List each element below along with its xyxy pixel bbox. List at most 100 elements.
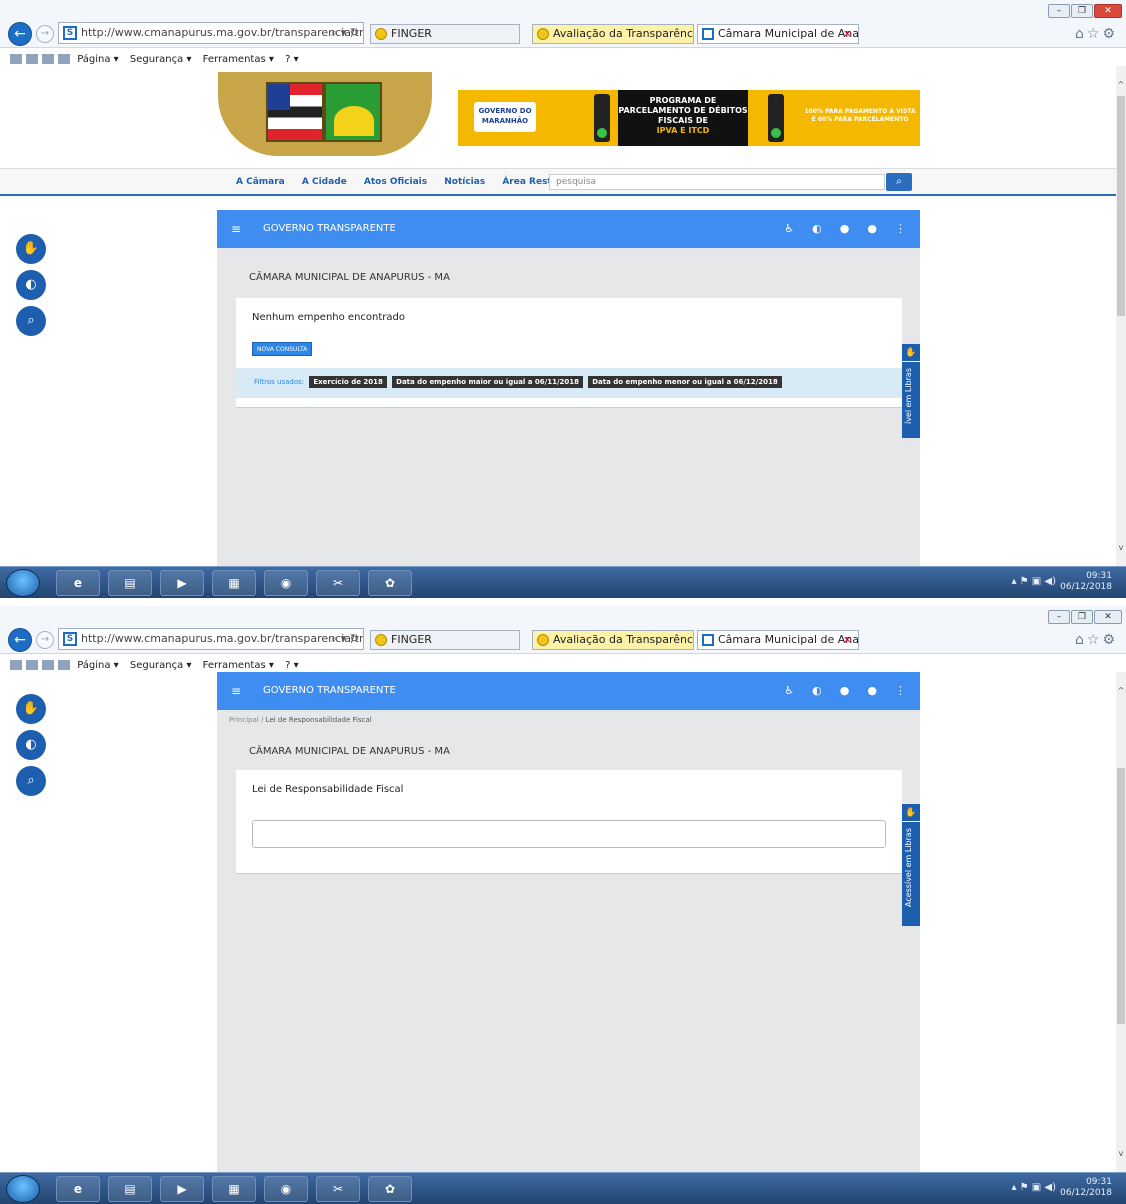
home-icon[interactable]	[10, 54, 22, 64]
restore-icon[interactable]: ❐	[1071, 4, 1093, 18]
start-button[interactable]	[6, 1175, 40, 1203]
back-button[interactable]: ←	[8, 628, 32, 652]
search-button[interactable]: ⌕	[886, 173, 912, 191]
ie-toolbar-icons[interactable]: ⌂☆⚙	[1075, 632, 1118, 648]
snipping-taskbar-icon[interactable]: ✂	[316, 570, 360, 596]
tray-icons[interactable]: ▴ ⚑ ▣ ◀)	[1011, 1182, 1056, 1193]
print-icon[interactable]	[58, 660, 70, 670]
vertical-scrollbar[interactable]: ^ v	[1116, 66, 1126, 566]
tray-icons[interactable]: ▴ ⚑ ▣ ◀)	[1011, 576, 1056, 587]
app-taskbar-icon[interactable]: ✿	[368, 1176, 412, 1202]
minimize-icon[interactable]: –	[1048, 4, 1070, 18]
nav-a-cidade[interactable]: A Cidade	[302, 177, 347, 187]
media-taskbar-icon[interactable]: ▶	[160, 1176, 204, 1202]
menu-icon[interactable]: ≡	[231, 222, 241, 236]
forward-button[interactable]: →	[36, 631, 54, 649]
menu-ferramentas[interactable]: Ferramentas ▾	[203, 54, 274, 65]
address-tools[interactable]: ⌕ ▾ ↻	[331, 23, 359, 43]
print-icon[interactable]	[58, 54, 70, 64]
menu-pagina[interactable]: Página ▾	[77, 54, 119, 65]
feeds-icon[interactable]	[26, 54, 38, 64]
menu-pagina[interactable]: Página ▾	[77, 660, 119, 671]
nav-noticias[interactable]: Notícias	[444, 177, 485, 187]
writer-taskbar-icon[interactable]: ▦	[212, 1176, 256, 1202]
close-window-icon[interactable]: ✕	[1094, 4, 1122, 18]
menu-seguranca[interactable]: Segurança ▾	[130, 660, 192, 671]
tab-camara[interactable]: Câmara Municipal de Anap...×	[697, 630, 859, 650]
feeds-icon[interactable]	[26, 660, 38, 670]
home-icon[interactable]	[10, 660, 22, 670]
contrast-icon[interactable]: ◐	[16, 730, 46, 760]
magnifier-icon[interactable]: ⌕	[16, 766, 46, 796]
snipping-taskbar-icon[interactable]: ✂	[316, 1176, 360, 1202]
ie-taskbar-icon[interactable]: e	[56, 570, 100, 596]
tab-finger[interactable]: FINGER	[370, 24, 520, 44]
address-bar[interactable]: S http://www.cmanapurus.ma.gov.br/transp…	[58, 22, 364, 44]
mail-icon[interactable]	[42, 54, 54, 64]
font-decrease-icon[interactable]: ●	[867, 222, 877, 235]
ie-taskbar-icon[interactable]: e	[56, 1176, 100, 1202]
content-field[interactable]	[252, 820, 886, 848]
scroll-down-icon[interactable]: v	[1116, 1149, 1126, 1158]
contrast-icon[interactable]: ◐	[812, 222, 822, 235]
menu-seguranca[interactable]: Segurança ▾	[130, 54, 192, 65]
font-decrease-icon[interactable]: ●	[867, 684, 877, 697]
tab-finger[interactable]: FINGER	[370, 630, 520, 650]
explorer-taskbar-icon[interactable]: ▤	[108, 570, 152, 596]
close-tab-icon[interactable]: ×	[843, 25, 852, 43]
search-input[interactable]: pesquisa	[549, 174, 885, 190]
close-window-icon[interactable]: ✕	[1094, 610, 1122, 624]
restore-icon[interactable]: ❐	[1071, 610, 1093, 624]
site-favicon-icon: S	[63, 632, 77, 646]
nav-atos-oficiais[interactable]: Atos Oficiais	[364, 177, 427, 187]
accessibility-icon[interactable]: ♿	[784, 684, 794, 697]
menu-icon[interactable]: ≡	[231, 684, 241, 698]
nav-a-camara[interactable]: A Câmara	[236, 177, 285, 187]
breadcrumb-root[interactable]: Principal	[229, 716, 259, 724]
chrome-taskbar-icon[interactable]: ◉	[264, 1176, 308, 1202]
explorer-taskbar-icon[interactable]: ▤	[108, 1176, 152, 1202]
ad-banner[interactable]: GOVERNO DO MARANHÃO PROGRAMA DE PARCELAM…	[458, 90, 920, 146]
address-bar[interactable]: S http://www.cmanapurus.ma.gov.br/transp…	[58, 628, 364, 650]
ad-title-text: PROGRAMA DE PARCELAMENTO DE DÉBITOS FISC…	[618, 96, 748, 125]
chrome-taskbar-icon[interactable]: ◉	[264, 570, 308, 596]
vertical-scrollbar[interactable]: ^ v	[1116, 672, 1126, 1172]
menu-help[interactable]: ? ▾	[285, 660, 299, 671]
menu-help[interactable]: ? ▾	[285, 54, 299, 65]
scroll-thumb[interactable]	[1117, 768, 1125, 1024]
back-button[interactable]: ←	[8, 22, 32, 46]
scroll-down-icon[interactable]: v	[1116, 543, 1126, 552]
scroll-up-icon[interactable]: ^	[1116, 686, 1126, 695]
menu-ferramentas[interactable]: Ferramentas ▾	[203, 660, 274, 671]
media-taskbar-icon[interactable]: ▶	[160, 570, 204, 596]
tab-camara[interactable]: Câmara Municipal de Anap...×	[697, 24, 859, 44]
site-nav: A Câmara A Cidade Atos Oficiais Notícias…	[0, 168, 1116, 196]
more-icon[interactable]: ⋮	[895, 684, 906, 697]
libras-hand-icon[interactable]: ✋	[16, 694, 46, 724]
new-query-button[interactable]: NOVA CONSULTA	[252, 342, 313, 356]
address-tools[interactable]: ⌕ ▾ ↻	[331, 629, 359, 649]
libras-tab[interactable]: ✋ ível em Libras	[902, 344, 920, 438]
libras-tab[interactable]: ✋ Acessível em Libras	[902, 804, 920, 926]
contrast-icon[interactable]: ◐	[16, 270, 46, 300]
app-taskbar-icon[interactable]: ✿	[368, 570, 412, 596]
font-increase-icon[interactable]: ●	[840, 684, 850, 697]
ie-toolbar-icons[interactable]: ⌂☆⚙	[1075, 26, 1118, 42]
scroll-thumb[interactable]	[1117, 96, 1125, 316]
start-button[interactable]	[6, 569, 40, 597]
accessibility-icon[interactable]: ♿	[784, 222, 794, 235]
tab-avaliacao[interactable]: Avaliação da Transparência do...	[532, 630, 694, 650]
forward-button[interactable]: →	[36, 25, 54, 43]
libras-hand-icon[interactable]: ✋	[16, 234, 46, 264]
more-icon[interactable]: ⋮	[895, 222, 906, 235]
contrast-icon[interactable]: ◐	[812, 684, 822, 697]
minimize-icon[interactable]: –	[1048, 610, 1070, 624]
writer-taskbar-icon[interactable]: ▦	[212, 570, 256, 596]
magnifier-icon[interactable]: ⌕	[16, 306, 46, 336]
tab-avaliacao[interactable]: Avaliação da Transparência do...	[532, 24, 694, 44]
filter-chip: Data do empenho menor ou igual a 06/12/2…	[588, 376, 782, 388]
font-increase-icon[interactable]: ●	[840, 222, 850, 235]
mail-icon[interactable]	[42, 660, 54, 670]
close-tab-icon[interactable]: ×	[843, 631, 852, 649]
scroll-up-icon[interactable]: ^	[1116, 80, 1126, 89]
